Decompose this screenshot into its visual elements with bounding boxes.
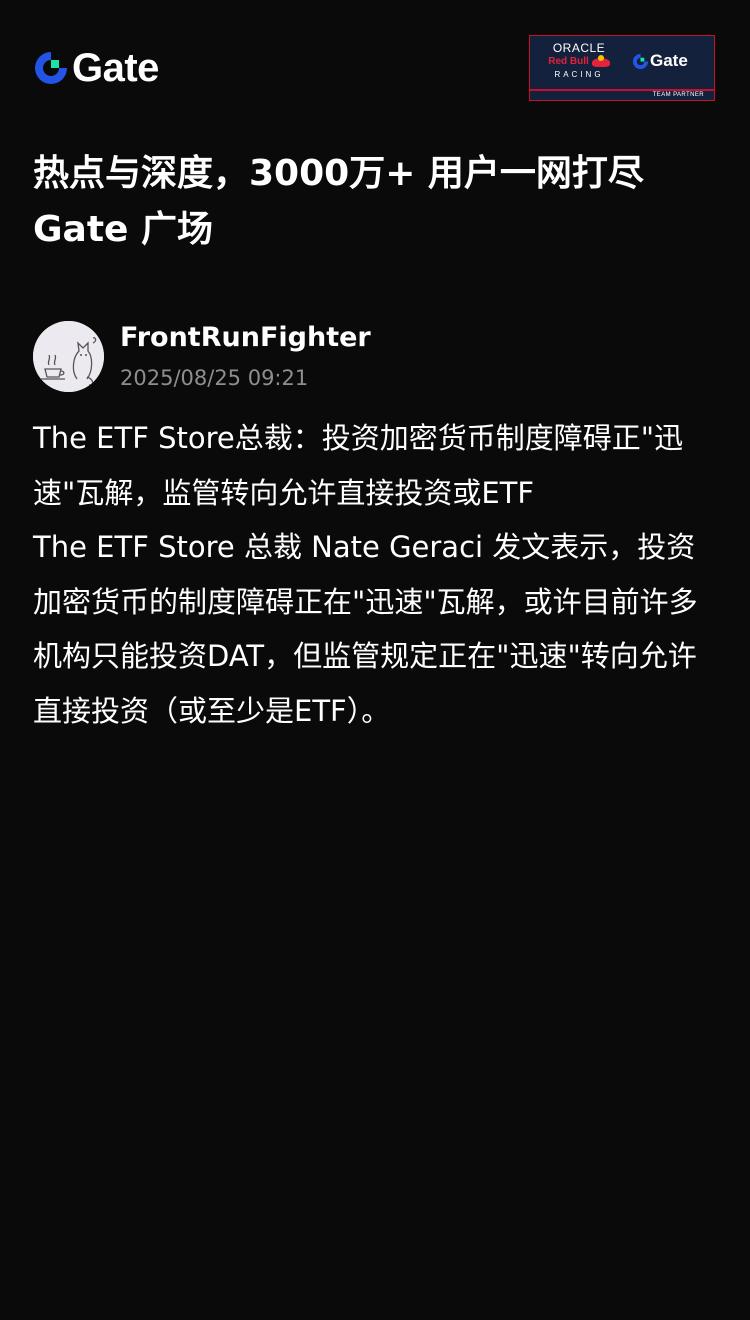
post-body-text: The ETF Store 总裁 Nate Geraci 发文表示，投资加密货币… (33, 530, 698, 728)
author-name[interactable]: FrontRunFighter (120, 321, 371, 355)
avatar[interactable] (33, 321, 104, 392)
partner-racing: RACING (554, 70, 604, 79)
partner-redbull-text: Red Bull (548, 56, 589, 67)
bull-icon (591, 54, 610, 67)
partner-badge-left: ORACLE Red Bull RACING (539, 42, 619, 81)
post-timestamp: 2025/08/25 09:21 (120, 366, 309, 390)
partner-footer: TEAM PARTNER (530, 89, 714, 100)
gate-logo[interactable]: Gate (33, 46, 159, 90)
page-title: 热点与深度，3000万+ 用户一网打尽 Gate 广场 (33, 153, 644, 250)
post-content: The ETF Store总裁：投资加密货币制度障碍正"迅速"瓦解，监管转向允许… (33, 411, 723, 738)
page: Gate ORACLE Red Bull RACING Gate TEAM PA… (0, 0, 750, 1320)
author-block[interactable]: FrontRunFighter 2025/08/25 09:21 (33, 321, 723, 393)
gate-logo-icon (632, 53, 649, 69)
partner-badge: ORACLE Red Bull RACING Gate TEAM PARTNER (529, 35, 715, 101)
partner-oracle: ORACLE (552, 41, 606, 55)
partner-gate: Gate (632, 51, 688, 71)
post-title: The ETF Store总裁：投资加密货币制度障碍正"迅速"瓦解，监管转向允许… (33, 421, 684, 510)
avatar-cat-icon (33, 321, 104, 392)
partner-redbull: Red Bull (539, 54, 619, 69)
header: Gate ORACLE Red Bull RACING Gate TEAM PA… (33, 34, 715, 102)
partner-gate-text: Gate (650, 51, 688, 70)
brand-name: Gate (72, 46, 159, 90)
gate-logo-icon (35, 52, 67, 84)
